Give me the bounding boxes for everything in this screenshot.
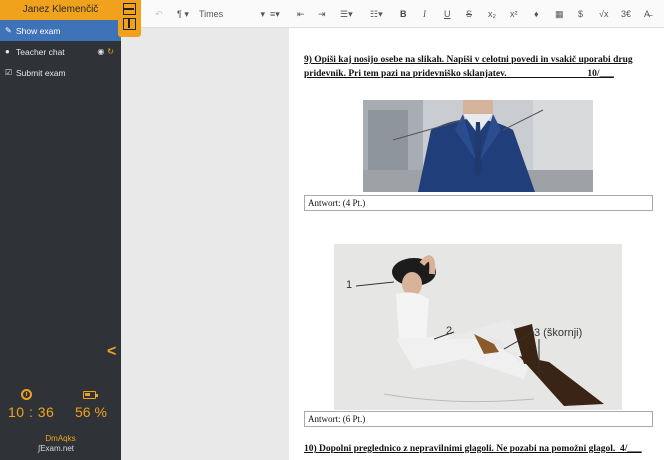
eye-icon[interactable]: ◉ (97, 47, 104, 56)
font-select[interactable]: Times ▾ (199, 8, 265, 20)
translate-icon[interactable]: A̶ (644, 8, 650, 20)
battery-level: 56 % (75, 404, 107, 420)
answer-box-2[interactable]: Antwort: (6 Pt.) (304, 411, 653, 427)
image-woman-sitting: 1 2 3 (škornji) (334, 244, 622, 410)
italic-button[interactable]: I (423, 8, 426, 20)
user-code: DmAqks (45, 434, 76, 443)
answer-box-1[interactable]: Antwort: (4 Pt.) (304, 195, 653, 211)
sidebar-item-show-exam[interactable]: ✎ Show exam (0, 20, 121, 41)
document-page[interactable]: 9) Opiši kaj nosijo osebe na slikah. Nap… (289, 28, 664, 460)
clock-icon (21, 389, 32, 400)
chat-icon: ● (5, 47, 10, 56)
strikethrough-button[interactable]: S (466, 8, 472, 20)
special-chars-icon[interactable]: 3€ (621, 8, 631, 20)
suit-illustration (363, 100, 593, 192)
bullet-list-icon[interactable]: ☷▾ (370, 8, 383, 20)
indent-icon[interactable]: ⇥ (318, 8, 326, 20)
annotation-2: 2 (446, 325, 452, 337)
layout-horizontal-icon[interactable] (123, 3, 136, 15)
annotation-3: 3 (škornji) (534, 327, 582, 339)
sidebar-item-submit-exam[interactable]: ☑ Submit exam (0, 62, 121, 83)
dollar-math-button[interactable]: $ (578, 8, 583, 20)
question-9-line-1: 9) Opiši kaj nosijo osebe na slikah. Nap… (304, 55, 633, 65)
align-icon[interactable]: ≡▾ (270, 8, 280, 20)
sidebar-item-label: Show exam (16, 25, 61, 36)
question-9-line-2: pridevnik. Pri tem pazi na pridevniško s… (304, 69, 614, 79)
battery-icon (83, 391, 98, 399)
collapse-sidebar-button[interactable]: < (107, 343, 116, 361)
sidebar: Janez Klemenčič ✎ Show exam ● Teacher ch… (0, 0, 121, 460)
table-icon[interactable]: ▦ (555, 8, 564, 20)
woman-illustration: 1 2 3 (škornji) (334, 244, 622, 410)
question-10: 10) Dopolni preglednico z nepravilnimi g… (304, 444, 642, 454)
refresh-icon[interactable]: ↻ (107, 47, 114, 56)
timer: 10 : 36 (8, 404, 55, 420)
outdent-icon[interactable]: ⇤ (297, 8, 305, 20)
layout-toggle[interactable] (118, 0, 141, 37)
sidebar-item-teacher-chat[interactable]: ● Teacher chat ◉ ↻ (0, 41, 121, 62)
annotation-1: 1 (346, 279, 352, 291)
color-drop-icon[interactable]: ♦ (534, 8, 539, 20)
bold-button[interactable]: B (400, 8, 407, 20)
underline-button[interactable]: U (444, 8, 451, 20)
brand-logo: ∫Exam.net (38, 444, 74, 453)
editor-toolbar: ↶ ¶ ▾ Times ▾ ≡▾ ⇤ ⇥ ☰▾ ☷▾ B I U S x₂ x² … (121, 0, 664, 28)
layout-vertical-icon[interactable] (123, 18, 136, 30)
undo-icon[interactable]: ↶ (155, 8, 163, 20)
numbered-list-icon[interactable]: ☰▾ (340, 8, 353, 20)
checkbox-icon: ☑ (5, 68, 13, 77)
sidebar-item-label: Teacher chat (16, 46, 65, 57)
image-man-in-suit (363, 100, 593, 192)
sidebar-item-label: Submit exam (16, 67, 66, 78)
square-root-icon[interactable]: √x (599, 8, 608, 20)
edit-icon: ✎ (5, 26, 12, 35)
user-name: Janez Klemenčič (0, 0, 121, 20)
paragraph-format-button[interactable]: ¶ ▾ (177, 8, 189, 20)
superscript-button[interactable]: x² (510, 8, 518, 20)
subscript-button[interactable]: x₂ (488, 8, 496, 20)
